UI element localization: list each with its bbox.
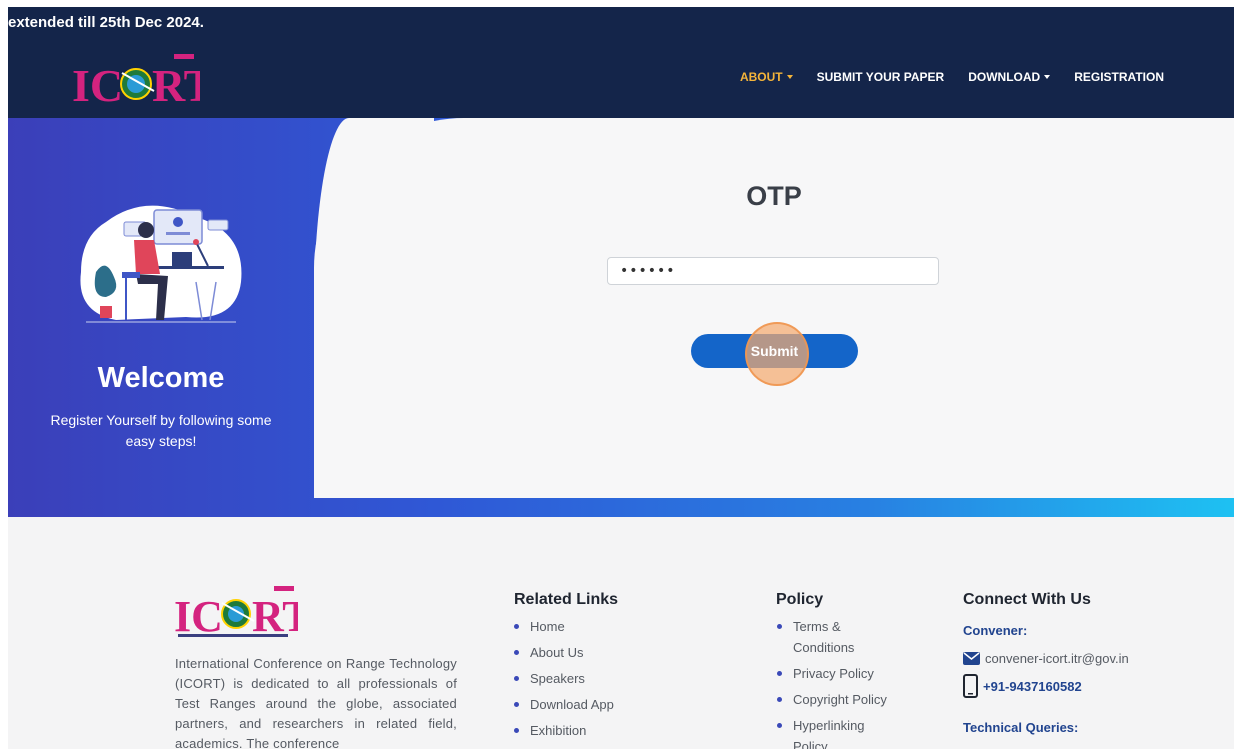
footer-link-hyperlinking[interactable]: Hyperlinking Policy [777,715,887,749]
site-header: extended till 25th Dec 2024. IC RT ABOUT… [8,7,1234,118]
nav-submit-paper-label: SUBMIT YOUR PAPER [816,70,945,84]
related-links-heading: Related Links [514,591,619,608]
envelope-icon [963,652,980,665]
svg-text:RT: RT [152,60,200,107]
page: extended till 25th Dec 2024. IC RT ABOUT… [8,7,1234,749]
nav-about-label: ABOUT [739,70,783,84]
nav-registration[interactable]: REGISTRATION [1062,70,1176,84]
hero-section: Welcome Register Yourself by following s… [8,118,1234,517]
otp-form-card [314,118,1234,498]
welcome-panel: Welcome Register Yourself by following s… [8,118,348,498]
footer-link-speakers[interactable]: Speakers [514,668,654,689]
footer-link-privacy[interactable]: Privacy Policy [777,663,887,684]
announcement-ticker: extended till 25th Dec 2024. [8,14,204,31]
svg-text:IC: IC [72,60,123,107]
footer-link-copyright[interactable]: Copyright Policy [777,689,887,710]
connect-heading: Connect With Us [963,591,1091,608]
convener-phone[interactable]: +91-9437160582 [963,674,1082,698]
footer-link-home[interactable]: Home [514,616,654,637]
nav-submit-paper[interactable]: SUBMIT YOUR PAPER [805,70,957,84]
convener-email-text: convener-icort.itr@gov.in [985,651,1129,666]
chevron-down-icon [1044,75,1051,79]
welcome-subtitle: Register Yourself by following some easy… [50,412,272,449]
footer-link-download-app[interactable]: Download App [514,694,654,715]
svg-text:RT: RT [252,592,298,639]
footer-link-about-us[interactable]: About Us [514,642,654,663]
convener-phone-text: +91-9437160582 [983,678,1082,694]
policy-list: Terms & Conditions Privacy Policy Copyri… [777,616,887,749]
policy-heading: Policy [776,591,824,608]
convener-email[interactable]: convener-icort.itr@gov.in [963,651,1129,666]
icort-logo[interactable]: IC RT [70,51,200,107]
otp-form-title: OTP [746,181,802,211]
nav-download[interactable]: DOWNLOAD [956,70,1062,84]
person-at-desk-illustration [80,205,242,323]
footer-icort-logo[interactable]: IC RT [174,583,298,639]
related-links-list: Home About Us Speakers Download App Exhi… [514,616,654,741]
site-footer: IC RT International Conference on Range … [8,517,1234,749]
welcome-title: Welcome [97,362,225,394]
nav-download-label: DOWNLOAD [968,70,1041,84]
submit-button-label: Submit [750,343,799,359]
chevron-down-icon [786,75,793,79]
technical-queries-label: Technical Queries: [963,720,1079,735]
nav-registration-label: REGISTRATION [1074,70,1164,84]
convener-label: Convener: [963,623,1028,638]
footer-link-terms[interactable]: Terms & Conditions [777,616,887,658]
footer-about-text: International Conference on Range Techno… [175,656,457,749]
nav-about[interactable]: ABOUT [728,70,805,84]
main-nav: ABOUT SUBMIT YOUR PAPER DOWNLOAD REGISTR… [728,70,1176,84]
mobile-phone-icon [963,674,978,698]
svg-text:IC: IC [174,592,223,639]
footer-link-exhibition[interactable]: Exhibition [514,720,654,741]
otp-input[interactable]: •••••• [607,257,939,285]
